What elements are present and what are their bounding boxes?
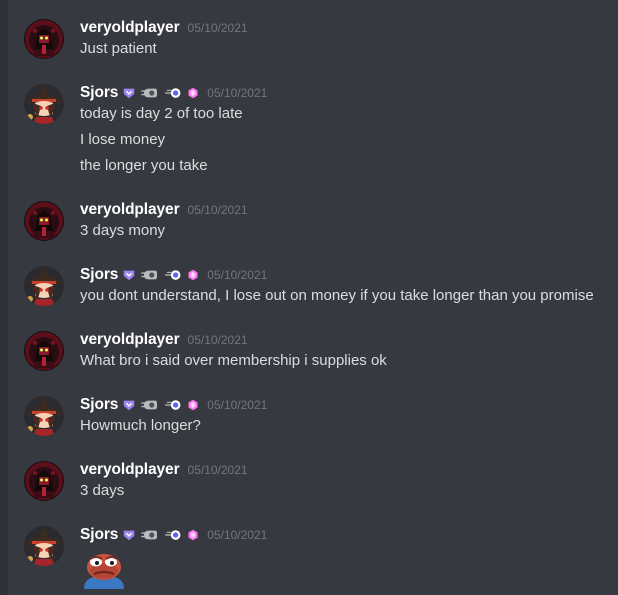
message-text: 3 days: [80, 482, 125, 499]
message-text: today is day 2 of too late: [80, 105, 243, 122]
boost-gem-icon[interactable]: [187, 269, 199, 281]
hypesquad-badge-icon[interactable]: [122, 86, 136, 100]
witch-hat-girl-avatar-icon: [24, 396, 64, 436]
nitro-badge-icon[interactable]: [141, 86, 159, 100]
nitro-badge-icon[interactable]: [141, 398, 159, 412]
avatar[interactable]: [24, 396, 64, 436]
hypesquad-badge-icon[interactable]: [122, 398, 136, 412]
scroll-gutter: [0, 0, 8, 595]
username[interactable]: veryoldplayer: [80, 331, 180, 349]
message-text: What bro i said over membership i suppli…: [80, 352, 387, 369]
hypesquad-badge-icon[interactable]: [122, 268, 136, 282]
hypesquad-badge-icon[interactable]: [122, 528, 136, 542]
message-text: the longer you take: [80, 157, 208, 174]
timestamp: 05/10/2021: [207, 398, 268, 412]
witch-hat-girl-avatar-icon: [24, 84, 64, 124]
message-text: I lose money: [80, 131, 166, 148]
boost-gem-icon[interactable]: [187, 529, 199, 541]
timestamp: 05/10/2021: [207, 86, 268, 100]
username[interactable]: Sjors: [80, 396, 118, 414]
server-boost-orb-icon[interactable]: [164, 268, 182, 282]
sad-pepe-emoji-icon[interactable]: [80, 549, 128, 589]
witch-hat-girl-avatar-icon: [24, 526, 64, 566]
witch-hat-girl-avatar-icon: [24, 266, 64, 306]
timestamp: 05/10/2021: [187, 21, 248, 35]
message-text: you dont understand, I lose out on money…: [80, 287, 594, 304]
server-boost-orb-icon[interactable]: [164, 398, 182, 412]
boost-gem-icon[interactable]: [187, 399, 199, 411]
timestamp: 05/10/2021: [207, 268, 268, 282]
dark-character-avatar-icon: [24, 331, 64, 371]
avatar[interactable]: [24, 201, 64, 241]
avatar[interactable]: [24, 266, 64, 306]
message-text: 3 days mony: [80, 222, 166, 239]
nitro-badge-icon[interactable]: [141, 528, 159, 542]
server-boost-orb-icon[interactable]: [164, 86, 182, 100]
avatar[interactable]: [24, 331, 64, 371]
username[interactable]: veryoldplayer: [80, 461, 180, 479]
username[interactable]: Sjors: [80, 84, 118, 102]
username[interactable]: Sjors: [80, 526, 118, 544]
dark-character-avatar-icon: [24, 461, 64, 501]
avatar[interactable]: [24, 461, 64, 501]
timestamp: 05/10/2021: [207, 528, 268, 542]
dark-character-avatar-icon: [24, 201, 64, 241]
message-list[interactable]: veryoldplayer 05/10/2021 Just patient Sj…: [0, 0, 618, 595]
timestamp: 05/10/2021: [187, 203, 248, 217]
avatar[interactable]: [24, 526, 64, 566]
username[interactable]: veryoldplayer: [80, 201, 180, 219]
nitro-badge-icon[interactable]: [141, 268, 159, 282]
timestamp: 05/10/2021: [187, 463, 248, 477]
message-text: Just patient: [80, 40, 157, 57]
message-text: Howmuch longer?: [80, 417, 201, 434]
emoji-message: [80, 549, 618, 594]
avatar[interactable]: [24, 84, 64, 124]
username[interactable]: Sjors: [80, 266, 118, 284]
username[interactable]: veryoldplayer: [80, 19, 180, 37]
avatar[interactable]: [24, 19, 64, 59]
boost-gem-icon[interactable]: [187, 87, 199, 99]
dark-character-avatar-icon: [24, 19, 64, 59]
timestamp: 05/10/2021: [187, 333, 248, 347]
server-boost-orb-icon[interactable]: [164, 528, 182, 542]
